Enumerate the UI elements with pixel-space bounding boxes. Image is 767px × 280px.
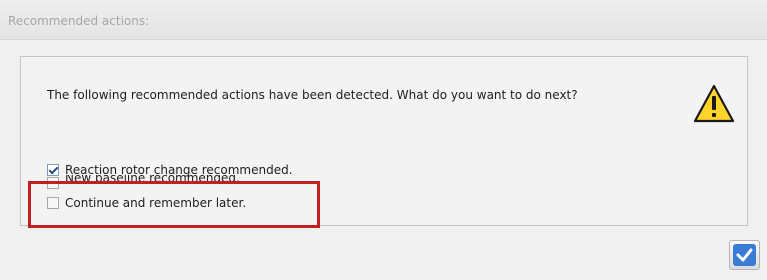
dialog-titlebar: Recommended actions: [0,0,767,40]
dialog-title: Recommended actions: [8,14,150,28]
checkmark-icon [733,244,756,266]
recommended-actions-dialog: Recommended actions: The following recom… [0,0,767,280]
warning-icon [693,84,735,123]
confirm-button[interactable] [729,240,760,270]
red-highlight-box [28,181,320,228]
question-text: The following recommended actions have b… [47,88,578,102]
